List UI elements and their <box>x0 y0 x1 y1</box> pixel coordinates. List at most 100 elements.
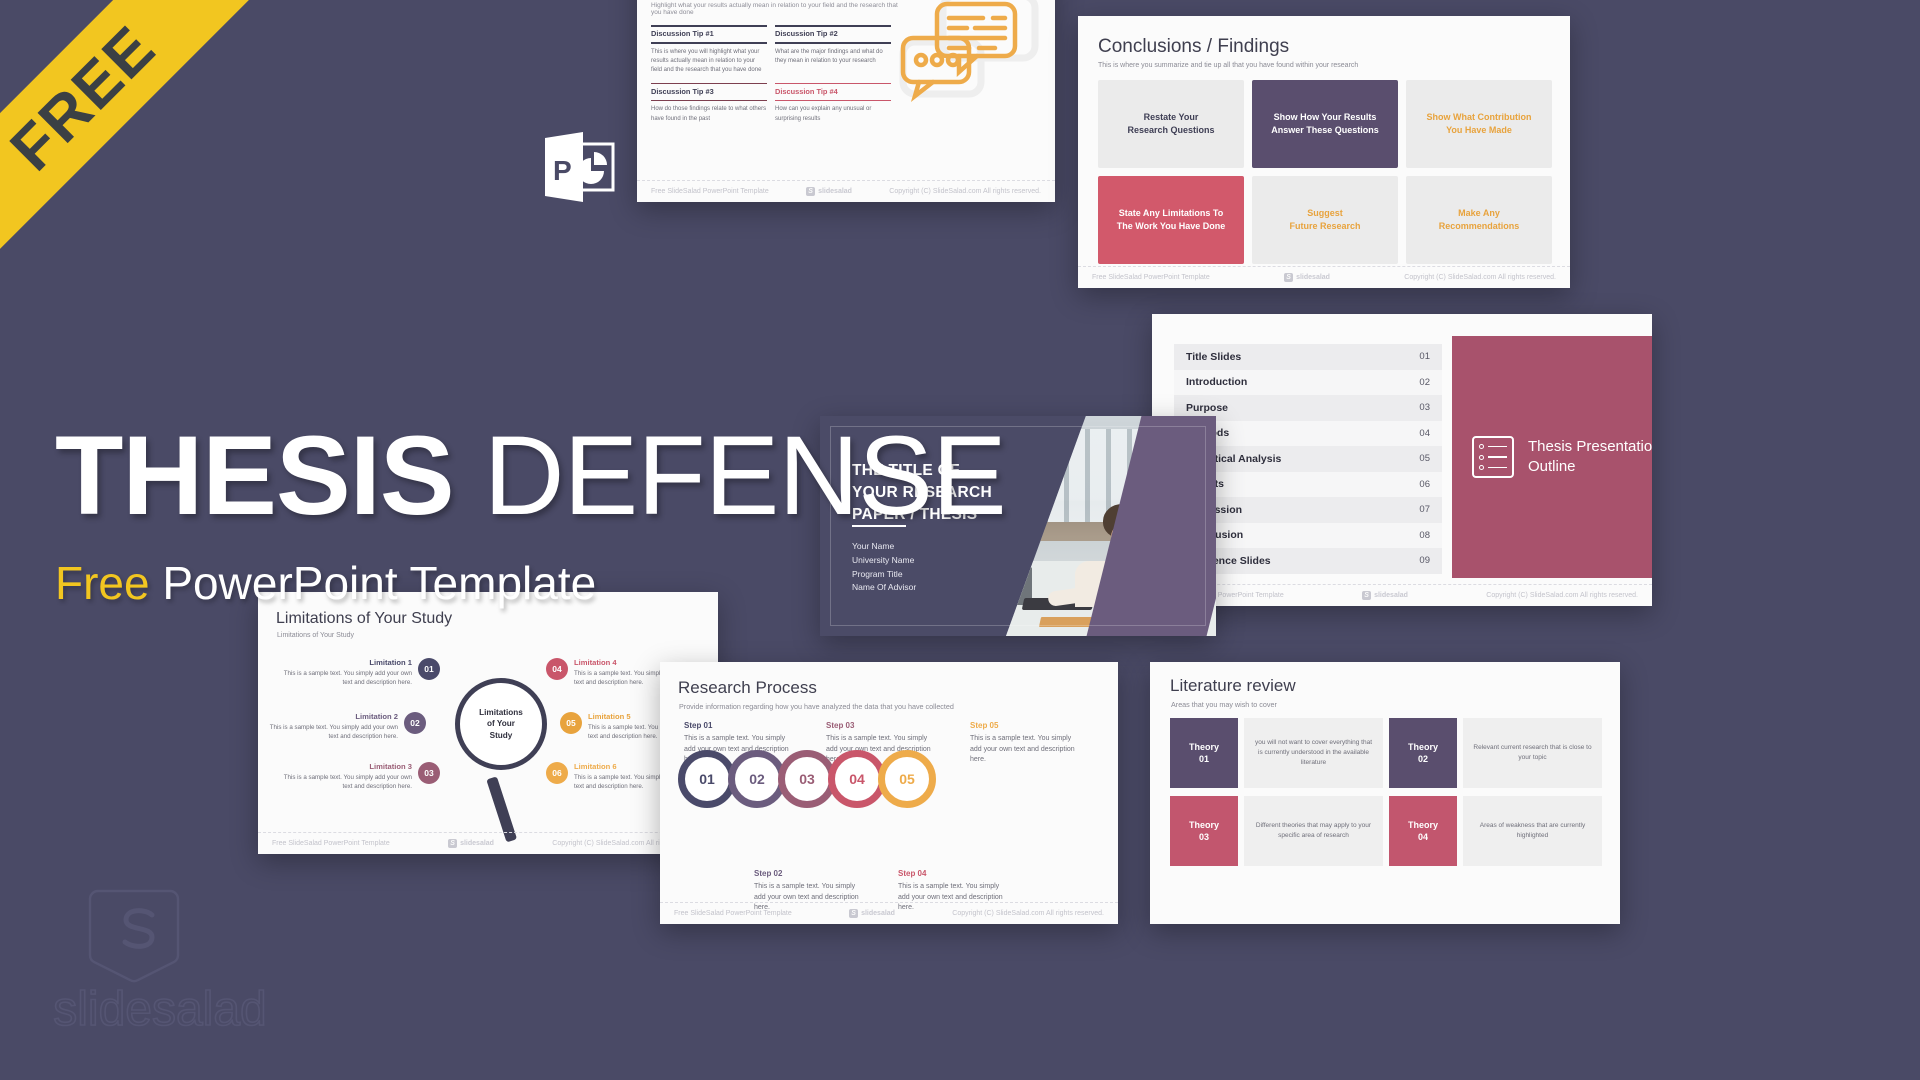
brand-mark-icon: S <box>806 187 816 196</box>
footer-brand: S slidesalad <box>1362 591 1408 600</box>
theory-tag[interactable]: Theory 01 <box>1170 718 1238 788</box>
footer-brand-name: slidesalad <box>460 840 494 847</box>
discussion-tip-title: Discussion Tip #2 <box>775 29 838 39</box>
discussion-tip-title: Discussion Tip #3 <box>651 86 714 96</box>
limitation-body: This is a sample text. You simply add yo… <box>283 774 412 791</box>
outline-panel-title: Thesis Presentation Outline <box>1528 437 1652 475</box>
process-title: Research Process <box>678 678 817 697</box>
limitation-item[interactable]: 03 Limitation 3 This is a sample text. Y… <box>280 762 440 792</box>
limitation-number: 04 <box>546 658 568 680</box>
footer-right: Copyright (C) SlideSalad.com All rights … <box>1404 274 1556 281</box>
brand-mark-icon: S <box>1362 591 1372 600</box>
footer-left: Free SlideSalad PowerPoint Template <box>651 188 769 195</box>
conclusion-box[interactable]: Show How Your Results Answer These Questi… <box>1252 80 1398 168</box>
slide-thesis-outline[interactable]: Title Slides 01 Introduction 02 Purpose 03 … <box>1152 314 1652 606</box>
outline-number: 06 <box>1419 478 1430 490</box>
footer-left: Free SlideSalad PowerPoint Template <box>272 840 390 847</box>
conclusion-box[interactable]: Show What Contribution You Have Made <box>1406 80 1552 168</box>
conclusion-box[interactable]: Restate Your Research Questions <box>1098 80 1244 168</box>
limitations-title: Limitations of Your Study <box>276 610 453 627</box>
outline-number: 05 <box>1419 453 1430 465</box>
limitation-number: 06 <box>546 762 568 784</box>
limitations-diagram: Limitations of Your Study 01 Limitation 1 … <box>258 650 718 843</box>
brand-mark-icon: S <box>849 909 859 918</box>
footer-brand-name: slidesalad <box>818 188 852 195</box>
theory-description: Areas of weakness that are currently hig… <box>1463 796 1602 866</box>
hero-subtitle-free: Free <box>55 557 150 609</box>
slide-literature-review[interactable]: Literature review Areas that you may wis… <box>1150 662 1620 924</box>
discussion-tip-card[interactable]: Discussion Tip #2 What are the major fin… <box>775 22 891 76</box>
outline-number: 04 <box>1419 427 1430 439</box>
theory-description: you will not want to cover everything th… <box>1244 718 1383 788</box>
conclusion-box[interactable]: Make Any Recommendations <box>1406 176 1552 264</box>
discussion-tip-card[interactable]: Discussion Tip #3 How do those findings … <box>651 80 767 124</box>
discussion-tip-title: Discussion Tip #4 <box>775 86 838 96</box>
footer-brand: S slidesalad <box>1284 273 1330 282</box>
brand-mark-icon: S <box>448 839 458 848</box>
theory-description: Different theories that may apply to you… <box>1244 796 1383 866</box>
limitation-title: Limitation 2 <box>355 712 398 721</box>
conclusion-box[interactable]: Suggest Future Research <box>1252 176 1398 264</box>
slide-conclusions-findings[interactable]: Conclusions / Findings This is where you… <box>1078 16 1570 288</box>
slide-research-process[interactable]: Research Process Provide information reg… <box>660 662 1118 924</box>
footer-brand: S slidesalad <box>849 909 895 918</box>
process-step-name: Step 05 <box>970 721 999 730</box>
outline-label: Title Slides <box>1186 350 1242 363</box>
hero-subtitle: Free PowerPoint Template <box>55 556 1006 610</box>
discussion-lead: Highlight what your results actually mea… <box>651 2 898 16</box>
theory-tag[interactable]: Theory 03 <box>1170 796 1238 866</box>
outline-number: 09 <box>1419 555 1430 567</box>
page-title: THESIS DEFENSE <box>55 420 1007 532</box>
footer-brand-name: slidesalad <box>1296 274 1330 281</box>
theory-tag[interactable]: Theory 02 <box>1389 718 1457 788</box>
discussion-tips-grid: Discussion Tip #1 This is where you will… <box>651 22 891 124</box>
hero-title-bold: THESIS <box>55 413 455 538</box>
slide-footer: Free SlideSalad PowerPoint Template S sl… <box>660 902 1118 924</box>
footer-brand: S slidesalad <box>806 187 852 196</box>
slide-footer: Free SlideSalad PowerPoint Template S sl… <box>1152 584 1652 606</box>
limitation-title: Limitation 3 <box>369 762 412 771</box>
discussion-tip-card[interactable]: Discussion Tip #1 This is where you will… <box>651 22 767 76</box>
footer-left: Free SlideSalad PowerPoint Template <box>674 910 792 917</box>
speech-bubbles-icon <box>899 0 1039 103</box>
conclusions-grid: Restate Your Research Questions Show How … <box>1098 80 1552 264</box>
conclusions-title: Conclusions / Findings <box>1098 36 1290 57</box>
limitation-number: 05 <box>560 712 582 734</box>
slide-discussion-tips[interactable]: Highlight what your results actually mea… <box>637 0 1055 202</box>
discussion-tip-body: How do those findings relate to what oth… <box>651 106 767 122</box>
limitation-item[interactable]: 01 Limitation 1 This is a sample text. Y… <box>280 658 440 688</box>
limitation-number: 02 <box>404 712 426 734</box>
discussion-tip-body: What are the major findings and what do … <box>775 48 883 64</box>
outline-row[interactable]: Title Slides 01 <box>1174 344 1442 370</box>
footer-right: Copyright (C) SlideSalad.com All rights … <box>1486 592 1638 599</box>
process-step-label[interactable]: Step 05 This is a sample text. You simpl… <box>970 720 1080 766</box>
svg-text:slidesalad: slidesalad <box>53 983 266 1036</box>
process-step-name: Step 03 <box>826 721 855 730</box>
slide-limitations[interactable]: Limitations of Your Study Limitations of… <box>258 592 718 854</box>
limitation-item[interactable]: 02 Limitation 2 This is a sample text. Y… <box>266 712 426 742</box>
brand-mark-icon: S <box>1284 273 1294 282</box>
outline-number: 02 <box>1419 376 1430 388</box>
discussion-tip-card[interactable]: Discussion Tip #4 How can you explain an… <box>775 80 891 124</box>
footer-right: Copyright (C) SlideSalad.com All rights … <box>952 910 1104 917</box>
footer-left: Free SlideSalad PowerPoint Template <box>1092 274 1210 281</box>
process-step-name: Step 01 <box>684 721 713 730</box>
literature-subtitle: Areas that you may wish to cover <box>1171 700 1277 709</box>
conclusion-box[interactable]: State Any Limitations To The Work You Hav… <box>1098 176 1244 264</box>
process-step-name: Step 04 <box>898 869 927 878</box>
limitation-title: Limitation 1 <box>369 658 412 667</box>
theory-tag[interactable]: Theory 04 <box>1389 796 1457 866</box>
process-circle[interactable]: 05 <box>878 750 936 808</box>
hero-title-light: DEFENSE <box>453 413 1007 538</box>
limitations-subtitle: Limitations of Your Study <box>277 632 355 639</box>
discussion-tip-title: Discussion Tip #1 <box>651 29 714 39</box>
outline-number: 03 <box>1419 402 1430 414</box>
footer-brand: S slidesalad <box>448 839 494 848</box>
limitation-body: This is a sample text. You simply add yo… <box>283 670 412 687</box>
free-ribbon-label: FREE <box>0 12 169 184</box>
outline-row[interactable]: Introduction 02 <box>1174 369 1442 395</box>
limitation-number: 01 <box>418 658 440 680</box>
slidesalad-watermark: slidesalad <box>40 885 280 1045</box>
process-subtitle: Provide information regarding how you ha… <box>679 702 954 711</box>
slide-footer: Free SlideSalad PowerPoint Template S sl… <box>258 832 718 854</box>
